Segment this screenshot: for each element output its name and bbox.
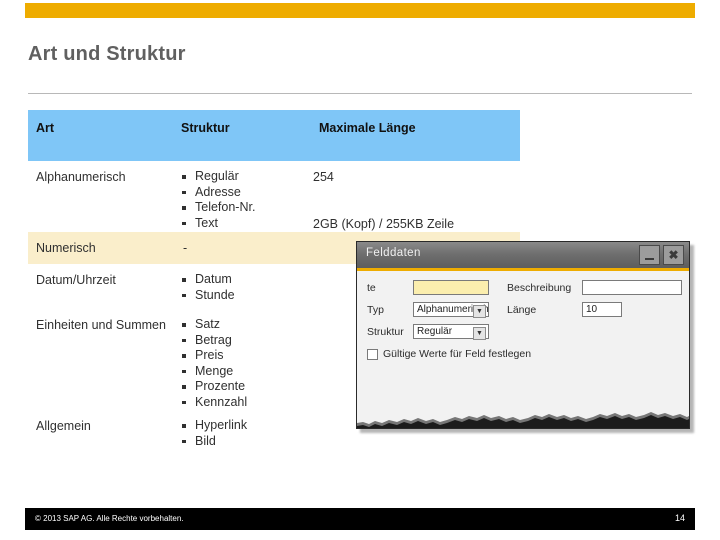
close-icon[interactable]: ✖ <box>663 245 684 265</box>
list-item: Bild <box>173 434 311 450</box>
dialog-body: te Beschreibung Typ Alphanumerisch ▼ Län… <box>357 271 689 428</box>
row-struktur-numerisch: - <box>183 241 188 255</box>
row-struktur-allgemein: Hyperlink Bild <box>173 410 311 449</box>
field-group-struktur: Struktur Regulär ▼ <box>367 324 489 340</box>
laenge-value-bottom: 2GB (Kopf) / 255KB Zeile <box>313 216 455 231</box>
laenge-value-top: 254 <box>313 170 334 184</box>
name-input[interactable] <box>413 280 489 295</box>
title-divider <box>28 93 692 94</box>
column-header-struktur: Struktur <box>181 121 230 135</box>
row-struktur-einheiten-und-summen: Satz Betrag Preis Menge Prozente Kennzah… <box>173 309 311 410</box>
laenge-label: Länge <box>507 303 537 316</box>
list-item: Text <box>173 216 311 232</box>
list-item: Kennzahl <box>173 395 311 411</box>
list-item: Satz <box>173 317 311 333</box>
dialog-title: Felddaten <box>366 247 421 259</box>
struktur-select[interactable]: Regulär ▼ <box>413 324 489 340</box>
list-item: Telefon-Nr. <box>173 200 311 216</box>
list-item: Prozente <box>173 379 311 395</box>
row-label-datum-uhrzeit: Datum/Uhrzeit <box>36 273 116 287</box>
list-item: Preis <box>173 348 311 364</box>
list-item: Hyperlink <box>173 418 311 434</box>
struktur-label: Struktur <box>367 325 404 338</box>
gueltige-werte-label: Gültige Werte für Feld festlegen <box>383 348 532 360</box>
field-group-laenge: Länge 10 <box>507 302 622 317</box>
row-struktur-alphanumerisch: Regulär Adresse Telefon-Nr. Text <box>173 161 311 231</box>
chevron-down-icon[interactable]: ▼ <box>473 327 486 340</box>
top-accent-bar <box>25 3 695 18</box>
field-group-beschreibung: Beschreibung <box>507 280 682 295</box>
row-laenge-alphanumerisch: 254 x x 2GB (Kopf) / 255KB Zeile <box>311 161 520 232</box>
slide-footer: © 2013 SAP AG. Alle Rechte vorbehalten. … <box>25 508 695 530</box>
row-label-numerisch: Numerisch <box>36 241 96 255</box>
row-struktur-datum-uhrzeit: Datum Stunde <box>173 264 311 303</box>
row-label-alphanumerisch: Alphanumerisch <box>36 170 126 184</box>
window-buttons: ✖ <box>639 245 684 265</box>
page-title: Art und Struktur <box>28 43 186 65</box>
minimize-icon[interactable] <box>639 245 660 265</box>
felddaten-dialog: Felddaten ✖ te Beschreibung Typ Alphanum… <box>356 241 690 429</box>
table-row: Alphanumerisch Regulär Adresse Telefon-N… <box>28 161 520 232</box>
field-group-gueltige-werte[interactable]: Gültige Werte für Feld festlegen <box>367 348 531 360</box>
torn-paper-edge <box>357 412 689 428</box>
close-glyph: ✖ <box>668 248 679 262</box>
list-item: Datum <box>173 272 311 288</box>
list-item: Adresse <box>173 185 311 201</box>
list-item: Menge <box>173 364 311 380</box>
beschreibung-label: Beschreibung <box>507 281 572 294</box>
felddaten-dialog-overlay: Felddaten ✖ te Beschreibung Typ Alphanum… <box>356 241 694 436</box>
table-header-row: Art Struktur Maximale Länge <box>28 110 520 161</box>
laenge-input[interactable]: 10 <box>582 302 622 317</box>
list-item: Stunde <box>173 288 311 304</box>
column-header-maximale-laenge: Maximale Länge <box>319 121 416 135</box>
column-header-art: Art <box>36 121 55 135</box>
gueltige-werte-checkbox[interactable] <box>367 348 378 360</box>
typ-label: Typ <box>367 303 384 316</box>
field-group-typ: Typ Alphanumerisch ▼ <box>367 302 489 318</box>
list-item: Betrag <box>173 333 311 349</box>
name-label: te <box>367 281 376 294</box>
page-number: 14 <box>674 513 685 523</box>
dialog-title-bar: Felddaten ✖ <box>357 242 689 271</box>
list-item: Regulär <box>173 169 311 185</box>
struktur-select-value: Regulär <box>417 326 453 337</box>
beschreibung-input[interactable] <box>582 280 682 295</box>
row-laenge-numerisch <box>311 232 520 241</box>
copyright-text: © 2013 SAP AG. Alle Rechte vorbehalten. <box>35 514 184 523</box>
field-group-name: te <box>367 280 489 295</box>
row-label-allgemein: Allgemein <box>36 419 91 433</box>
chevron-down-icon[interactable]: ▼ <box>473 305 486 318</box>
typ-select[interactable]: Alphanumerisch ▼ <box>413 302 489 318</box>
row-label-einheiten-und-summen: Einheiten und Summen <box>36 318 166 332</box>
